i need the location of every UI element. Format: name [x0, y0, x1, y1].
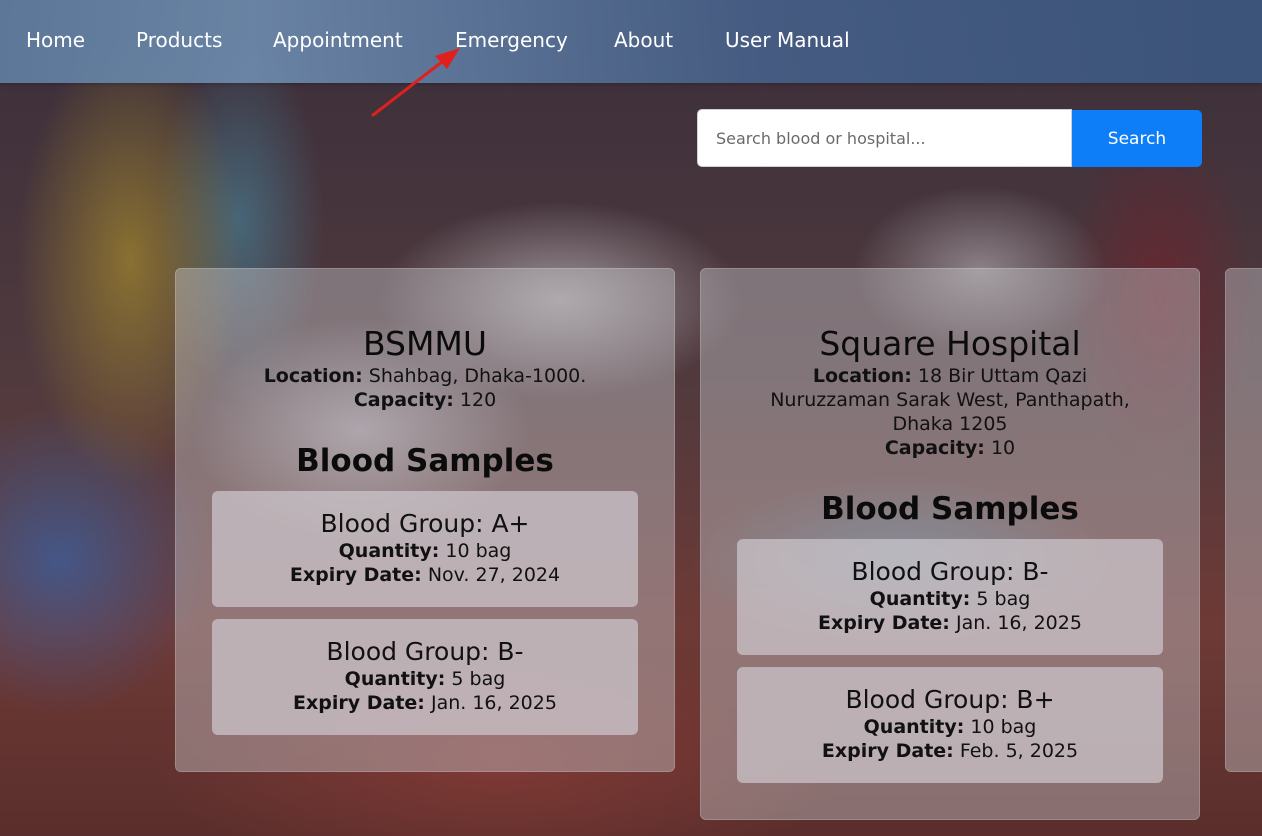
quantity-value: 5 bag — [451, 668, 506, 690]
nav-link-user-manual[interactable]: User Manual — [725, 28, 850, 52]
location-value-line-3: Dhaka 1205 — [892, 413, 1008, 435]
quantity-label: Quantity: — [338, 540, 440, 562]
blood-group: Blood Group: B+ — [845, 685, 1055, 714]
blood-group: Blood Group: A+ — [320, 509, 530, 538]
quantity-value: 10 bag — [970, 716, 1037, 738]
location-value: Shahbag, Dhaka-1000. — [368, 365, 587, 387]
location-label: Location: — [812, 365, 912, 387]
nav-link-home[interactable]: Home — [26, 28, 85, 52]
sample-quantity: Quantity: 5 bag — [737, 587, 1163, 611]
expiry-label: Expiry Date: — [293, 692, 425, 714]
capacity-label: Capacity: — [884, 437, 985, 459]
hospital-card-partial — [1225, 268, 1262, 772]
hospital-capacity: Capacity: 120 — [176, 388, 674, 412]
location-value-line-1: 18 Bir Uttam Qazi — [917, 365, 1088, 387]
hospital-name: BSMMU — [362, 324, 488, 363]
sample-expiry: Expiry Date: Jan. 16, 2025 — [212, 691, 638, 715]
nav-link-products[interactable]: Products — [136, 28, 222, 52]
quantity-value: 10 bag — [445, 540, 512, 562]
sample-expiry: Expiry Date: Nov. 27, 2024 — [212, 563, 638, 587]
hospital-card-bsmmu: BSMMU Location: Shahbag, Dhaka-1000. Cap… — [175, 268, 675, 772]
hospital-location: Location: Shahbag, Dhaka-1000. — [176, 364, 674, 388]
nav-link-about[interactable]: About — [614, 28, 673, 52]
search-input[interactable] — [697, 109, 1072, 167]
hospital-info: Location: 18 Bir Uttam Qazi Nuruzzaman S… — [701, 364, 1199, 460]
blood-samples-title: Blood Samples — [821, 491, 1079, 527]
blood-samples-title: Blood Samples — [296, 443, 554, 479]
capacity-label: Capacity: — [353, 389, 454, 411]
sample-quantity: Quantity: 10 bag — [737, 715, 1163, 739]
location-label: Location: — [263, 365, 363, 387]
hospital-info: Location: Shahbag, Dhaka-1000. Capacity:… — [176, 364, 674, 412]
nav-link-emergency[interactable]: Emergency — [455, 28, 568, 52]
navbar: Home Products Appointment Emergency Abou… — [0, 0, 1262, 83]
hospital-name: Square Hospital — [819, 324, 1081, 363]
expiry-value: Feb. 5, 2025 — [959, 740, 1079, 762]
search-button[interactable]: Search — [1072, 110, 1202, 167]
nav-link-appointment[interactable]: Appointment — [273, 28, 403, 52]
sample-expiry: Expiry Date: Feb. 5, 2025 — [737, 739, 1163, 763]
quantity-label: Quantity: — [869, 588, 971, 610]
blood-sample-card: Blood Group: B- Quantity: 5 bag Expiry D… — [212, 619, 638, 735]
quantity-label: Quantity: — [344, 668, 446, 690]
expiry-value: Jan. 16, 2025 — [955, 612, 1082, 634]
location-value-line-2: Nuruzzaman Sarak West, Panthapath, — [770, 389, 1130, 411]
capacity-value: 10 — [990, 437, 1016, 459]
blood-group: Blood Group: B- — [326, 637, 524, 666]
blood-group: Blood Group: B- — [851, 557, 1049, 586]
expiry-value: Nov. 27, 2024 — [427, 564, 561, 586]
hospital-capacity: Capacity: 10 — [701, 436, 1199, 460]
expiry-label: Expiry Date: — [818, 612, 950, 634]
hospital-card-square-hospital: Square Hospital Location: 18 Bir Uttam Q… — [700, 268, 1200, 820]
sample-quantity: Quantity: 5 bag — [212, 667, 638, 691]
quantity-label: Quantity: — [863, 716, 965, 738]
blood-sample-card: Blood Group: B+ Quantity: 10 bag Expiry … — [737, 667, 1163, 783]
expiry-label: Expiry Date: — [289, 564, 422, 586]
blood-sample-card: Blood Group: B- Quantity: 5 bag Expiry D… — [737, 539, 1163, 655]
expiry-value: Jan. 16, 2025 — [430, 692, 557, 714]
sample-expiry: Expiry Date: Jan. 16, 2025 — [737, 611, 1163, 635]
sample-quantity: Quantity: 10 bag — [212, 539, 638, 563]
blood-sample-card: Blood Group: A+ Quantity: 10 bag Expiry … — [212, 491, 638, 607]
capacity-value: 120 — [459, 389, 497, 411]
quantity-value: 5 bag — [976, 588, 1031, 610]
expiry-label: Expiry Date: — [821, 740, 954, 762]
hospital-location: Location: 18 Bir Uttam Qazi — [701, 364, 1199, 388]
